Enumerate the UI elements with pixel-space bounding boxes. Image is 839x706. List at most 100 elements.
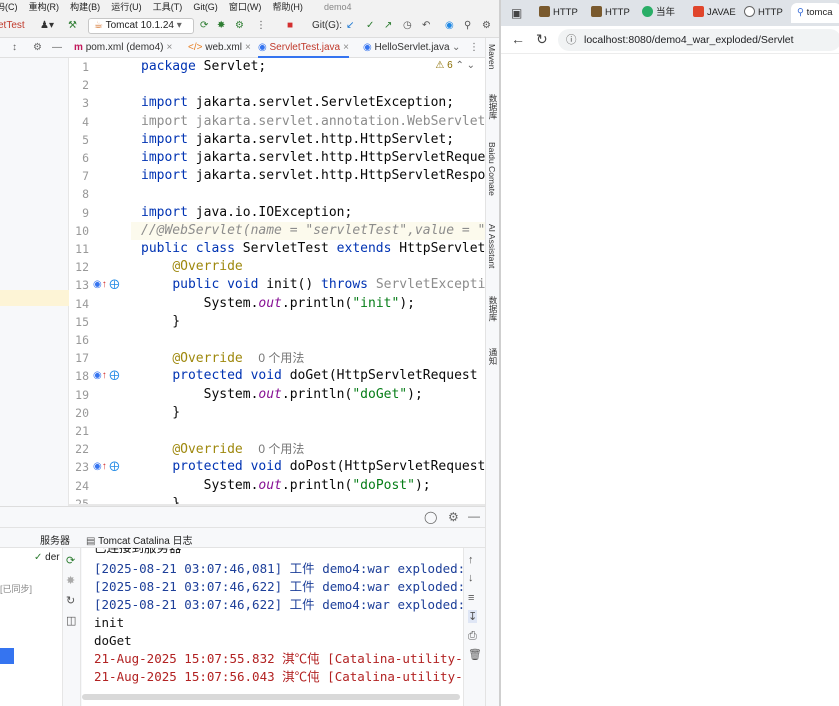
print-icon[interactable]: ⎙	[468, 630, 477, 643]
console-horizontal-scrollbar[interactable]	[82, 688, 463, 706]
line-number: 10	[75, 223, 89, 238]
browser-tab[interactable]: 当年	[642, 3, 675, 23]
rollback-icon[interactable]: ↶	[422, 17, 430, 35]
service-tree-item[interactable]: ✓ der	[34, 552, 60, 563]
rerun-icon[interactable]: ⟳	[200, 17, 208, 35]
git-commit-icon[interactable]: ✓	[366, 17, 374, 35]
browser-tab[interactable]: HTTP	[744, 3, 783, 23]
menu-refactor[interactable]: 重构(R)	[29, 0, 60, 14]
back-arrow-icon[interactable]: ←	[511, 31, 525, 47]
panel-settings-icon[interactable]: ⚙	[448, 510, 459, 524]
search-icon[interactable]: ⚲	[464, 17, 471, 35]
debug-icon[interactable]: ✸	[217, 17, 225, 35]
browser-tab-active[interactable]: ⚲ tomca	[791, 3, 839, 23]
show-options-icon[interactable]: ◯	[424, 510, 437, 524]
update-icon[interactable]: ✸	[66, 574, 75, 587]
menu-run[interactable]: 运行(U)	[111, 0, 142, 14]
run-configuration-label: Tomcat 10.1.24	[105, 20, 174, 31]
run-config-name[interactable]: etTest	[0, 17, 25, 35]
close-icon[interactable]: ×	[167, 42, 173, 53]
line-number: 13	[75, 278, 89, 293]
clear-trash-icon[interactable]: 🗑	[468, 648, 482, 661]
ai-assistant-tool-button[interactable]: AI Assistant	[487, 224, 497, 268]
stop-icon[interactable]: ■	[287, 17, 293, 35]
tab-tomcat-log[interactable]: ▤ Tomcat Catalina 日志	[86, 532, 193, 547]
override-marker-icon[interactable]: ◉↑ ⨁	[93, 276, 125, 294]
warning-icon: ⚠	[435, 60, 445, 71]
tab-actions-icon[interactable]: ▣	[511, 6, 522, 20]
refresh-icon[interactable]: ↻	[66, 594, 75, 607]
code-editor[interactable]: 1 2 3 4 5 6 7 8 9 10 11 12 13 ◉↑ ⨁ 14 15 16 17 18 ◉↑ ⨁ 19 20 2…	[69, 58, 485, 506]
baidu-comate-tool-button[interactable]: Baidu Comate	[487, 142, 497, 196]
main-toolbar: etTest ♟▾ ⚒ ☕ Tomcat 10.1.24 ▾ ⟳ ✸ ⚙ ⋮ ■…	[0, 14, 499, 38]
console-line: [2025-08-21 03:07:46,622] 工件 demo4:war e…	[94, 597, 463, 612]
inspection-widget[interactable]: ⚠ 6 ⌃ ⌄	[435, 60, 475, 71]
run-configuration-select[interactable]: ☕ Tomcat 10.1.24 ▾	[88, 18, 194, 34]
menu-git[interactable]: Git(G)	[193, 0, 218, 14]
hide-panel-icon[interactable]: —	[468, 509, 480, 523]
class-icon: ◉	[258, 42, 267, 53]
git-push-icon[interactable]: ↗	[384, 17, 392, 35]
collapse-icon[interactable]: ↕	[12, 38, 17, 58]
maven-tool-button[interactable]: Maven	[487, 44, 497, 70]
line-number: 2	[82, 78, 89, 93]
tab-servlettest-java[interactable]: ◉ ServletTest.java ×	[258, 38, 349, 58]
database-tool-button[interactable]: 数据库	[487, 94, 499, 120]
tab-web-xml[interactable]: </> web.xml ×	[188, 38, 251, 58]
menu-build[interactable]: 构建(B)	[70, 0, 100, 14]
selected-tree-row[interactable]	[0, 290, 69, 306]
console-output[interactable]: 已连接到服务器 [2025-08-21 03:07:46,081] 工件 dem…	[82, 548, 463, 688]
tab-label: pom.xml (demo4)	[85, 42, 164, 53]
deploy-icon[interactable]: ◫	[66, 614, 76, 627]
minimize-icon[interactable]: —	[52, 38, 62, 58]
scroll-to-end-icon[interactable]: ↧	[468, 610, 478, 623]
close-icon[interactable]: ×	[245, 42, 251, 53]
intellij-window: 码(C) 重构(R) 构建(B) 运行(U) 工具(T) Git(G) 窗口(W…	[0, 0, 499, 706]
more-run-icon[interactable]: ⋮	[256, 17, 266, 35]
settings-gear-icon[interactable]: ⚙	[482, 17, 491, 35]
tabs-chevron-down-icon[interactable]: ⌄	[452, 38, 460, 58]
arrow-down-icon[interactable]: ↓	[468, 572, 474, 584]
browser-tab[interactable]: HTTP	[591, 3, 630, 23]
browser-tab[interactable]: HTTP	[539, 3, 578, 23]
database-tool-button-2[interactable]: 数据库	[487, 296, 499, 322]
editor-tabs: ↕ ⚙ — m pom.xml (demo4) × </> web.xml × ◉ …	[0, 38, 499, 58]
menu-tools[interactable]: 工具(T)	[153, 0, 183, 14]
right-tool-strip: Maven 数据库 Baidu Comate AI Assistant 数据库 …	[485, 38, 499, 706]
override-marker-icon[interactable]: ◉↑ ⨁	[93, 367, 125, 385]
page-favicon-icon	[539, 6, 550, 17]
redeploy-icon[interactable]: ⟳	[66, 554, 75, 567]
git-update-icon[interactable]: ↙	[346, 17, 354, 35]
override-marker-icon[interactable]: ◉↑ ⨁	[93, 458, 125, 476]
site-info-icon[interactable]: ⓘ	[566, 29, 577, 51]
soft-wrap-icon[interactable]: ≡	[468, 592, 474, 604]
notifications-tool-button[interactable]: 通知	[487, 348, 499, 365]
project-panel	[0, 58, 69, 506]
code-line: @Override 0 个用法	[172, 351, 305, 367]
coverage-icon[interactable]: ⚙	[235, 17, 244, 35]
tab-server[interactable]: 服务器	[40, 532, 70, 547]
menu-code[interactable]: 码(C)	[0, 0, 18, 14]
gear-icon[interactable]: ⚙	[33, 38, 42, 58]
tab-helloservlet-java[interactable]: ◉ HelloServlet.java	[363, 38, 455, 58]
page-content	[501, 54, 839, 706]
profile-user-icon[interactable]: ♟▾	[40, 17, 54, 35]
scrollbar-thumb[interactable]	[82, 694, 460, 700]
build-hammer-icon[interactable]: ⚒	[68, 17, 77, 35]
sync-status: [已同步]	[0, 584, 33, 594]
history-icon[interactable]: ◷	[403, 17, 412, 35]
console-line: [2025-08-21 03:07:46,622] 工件 demo4:war e…	[94, 579, 463, 594]
tab-pom-xml[interactable]: m pom.xml (demo4) ×	[74, 38, 172, 58]
code-with-me-icon[interactable]: ◉	[445, 17, 454, 35]
line-number: 8	[82, 187, 89, 202]
menu-help[interactable]: 帮助(H)	[272, 0, 303, 14]
arrow-up-icon[interactable]: ↑	[468, 554, 474, 566]
line-gutter: 1 2 3 4 5 6 7 8 9 10 11 12 13 ◉↑ ⨁ 14 15 16 17 18 ◉↑ ⨁ 19 20 2…	[69, 58, 131, 506]
menu-window[interactable]: 窗口(W)	[229, 0, 262, 14]
tabs-more-icon[interactable]: ⋮	[469, 38, 479, 58]
url-input[interactable]: ⓘ localhost:8080/demo4_war_exploded/Serv…	[558, 29, 839, 51]
close-icon[interactable]: ×	[343, 42, 349, 53]
reload-icon[interactable]: ↻	[536, 31, 548, 48]
browser-tab[interactable]: JAVAE	[693, 3, 736, 23]
line-number: 1	[82, 60, 89, 74]
